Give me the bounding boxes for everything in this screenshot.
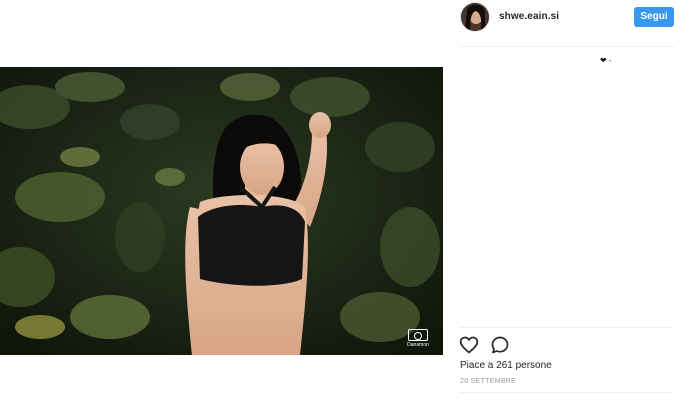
comment-icon[interactable] <box>490 335 510 355</box>
watermark: Danamon <box>403 329 433 351</box>
follow-button[interactable]: Segui <box>634 7 674 27</box>
post-photo[interactable]: Danamon <box>0 67 443 355</box>
watermark-text: Danamon <box>407 342 429 348</box>
instagram-post-page: Danamon shwe.eain.si Segui ❤ - Piace a 2… <box>0 0 691 400</box>
avatar[interactable] <box>461 3 489 31</box>
divider <box>459 392 673 393</box>
post-header: shwe.eain.si Segui <box>459 0 675 47</box>
camera-icon <box>408 329 428 341</box>
post-caption: ❤ - <box>600 56 612 65</box>
likes-count[interactable]: Piace a 261 persone <box>460 360 552 371</box>
heart-icon[interactable] <box>459 335 479 355</box>
post-details-panel: shwe.eain.si Segui ❤ - Piace a 261 perso… <box>459 0 675 400</box>
post-date[interactable]: 20 SETTEMBRE <box>460 378 516 385</box>
avatar-image <box>461 3 489 31</box>
username-link[interactable]: shwe.eain.si <box>499 11 559 22</box>
divider <box>459 327 673 328</box>
photo-image <box>0 67 443 355</box>
